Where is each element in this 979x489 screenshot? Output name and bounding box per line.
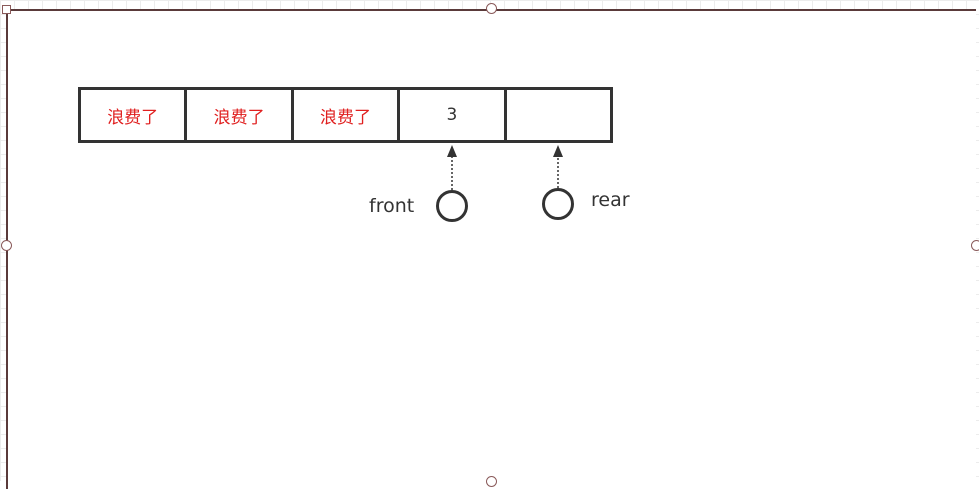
front-label: front	[369, 195, 415, 217]
rear-label: rear	[591, 189, 630, 211]
front-node-circle[interactable]	[436, 190, 468, 222]
rear-arrow-head	[553, 145, 563, 157]
front-pointer	[436, 145, 468, 222]
front-arrow-head	[447, 145, 457, 157]
rear-pointer	[542, 145, 574, 220]
rear-node-circle[interactable]	[542, 188, 574, 220]
pointer-graphics	[436, 145, 574, 222]
